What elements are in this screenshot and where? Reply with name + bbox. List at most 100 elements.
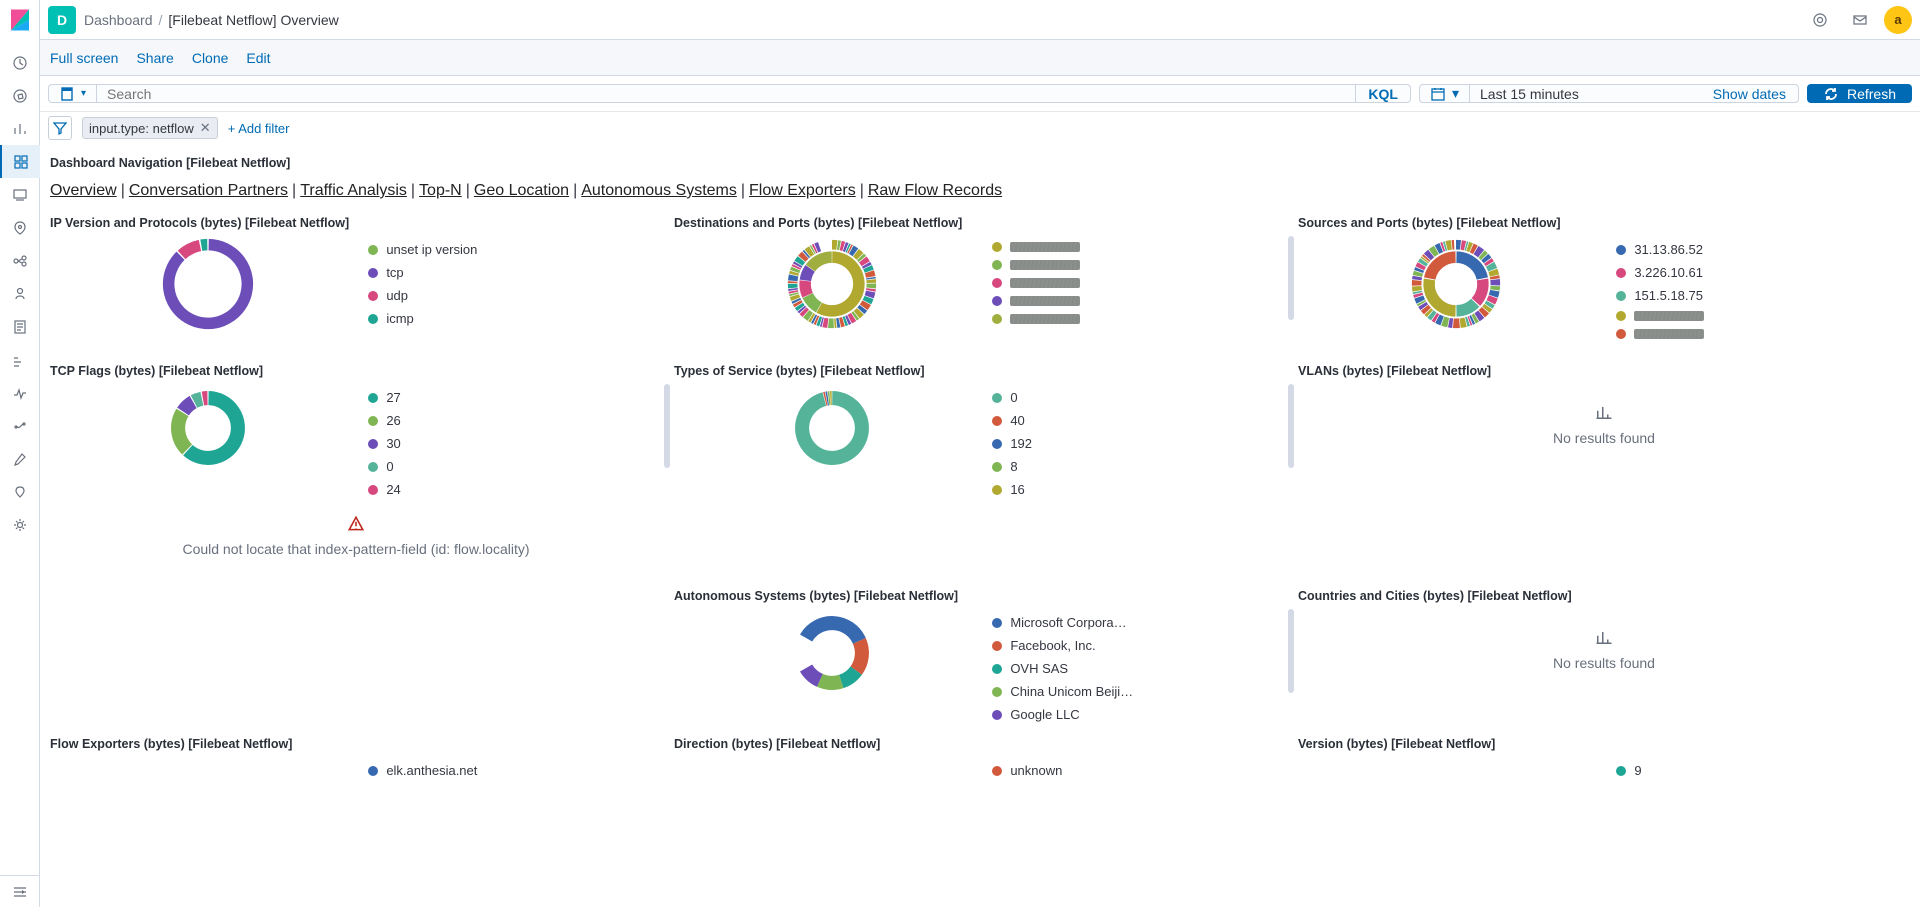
nav-link[interactable]: Top-N	[419, 182, 462, 199]
legend-swatch	[368, 439, 378, 449]
donut-chart[interactable]	[160, 236, 256, 332]
nav-discover-icon[interactable]	[0, 79, 40, 112]
nav-siem-icon[interactable]	[0, 409, 40, 442]
legend-item[interactable]	[992, 260, 1162, 270]
legend-item[interactable]: 0	[368, 459, 538, 474]
clone-link[interactable]: Clone	[192, 50, 229, 66]
panel-dir: Direction (bytes) [Filebeat Netflow] unk…	[672, 731, 1288, 871]
fullscreen-link[interactable]: Full screen	[50, 50, 118, 66]
collapse-sidebar-button[interactable]	[0, 875, 40, 907]
newsfeed-icon[interactable]	[1804, 4, 1836, 36]
donut-chart[interactable]	[788, 757, 876, 845]
nav-monitoring-icon[interactable]	[0, 475, 40, 508]
legend-item[interactable]: 16	[992, 482, 1162, 497]
kibana-logo[interactable]	[0, 0, 40, 40]
legend-item[interactable]	[1616, 329, 1786, 339]
legend-item[interactable]: 30	[368, 436, 538, 451]
time-range-label[interactable]: Last 15 minutes	[1470, 85, 1701, 102]
legend-item[interactable]: 40	[992, 413, 1162, 428]
legend: 0 40 192 8 16	[992, 384, 1288, 497]
filter-options-button[interactable]	[48, 116, 72, 140]
legend-item[interactable]	[992, 314, 1162, 324]
legend-item[interactable]: 0	[992, 390, 1162, 405]
donut-chart[interactable]	[164, 384, 252, 472]
filter-pill[interactable]: input.type: netflow ✕	[82, 117, 218, 139]
nav-link[interactable]: Traffic Analysis	[300, 182, 407, 199]
legend-item[interactable]: unknown	[992, 763, 1162, 778]
nav-canvas-icon[interactable]	[0, 178, 40, 211]
query-lang-button[interactable]: KQL	[1355, 85, 1410, 102]
legend-item[interactable]: tcp	[368, 265, 538, 280]
legend-item[interactable]: China Unicom Beiji…	[992, 684, 1162, 699]
legend-swatch	[1616, 291, 1626, 301]
legend-item[interactable]: udp	[368, 288, 538, 303]
nav-link[interactable]: Autonomous Systems	[581, 182, 737, 199]
legend-item[interactable]: Facebook, Inc.	[992, 638, 1162, 653]
legend-swatch	[992, 314, 1002, 324]
nav-link[interactable]: Conversation Partners	[129, 182, 288, 199]
legend-swatch	[992, 687, 1002, 697]
legend-item[interactable]: Microsoft Corpora…	[992, 615, 1162, 630]
nav-uptime-icon[interactable]	[0, 376, 40, 409]
legend-item[interactable]	[992, 278, 1162, 288]
legend: 31.13.86.52 3.226.10.61 151.5.18.75	[1616, 236, 1912, 339]
mail-icon[interactable]	[1844, 4, 1876, 36]
nav-infra-icon[interactable]	[0, 277, 40, 310]
donut-chart[interactable]	[1412, 757, 1500, 845]
nav-visualize-icon[interactable]	[0, 112, 40, 145]
legend-item[interactable]: Google LLC	[992, 707, 1162, 722]
nav-management-icon[interactable]	[0, 508, 40, 541]
legend-item[interactable]: 151.5.18.75	[1616, 288, 1786, 303]
nav-link[interactable]: Flow Exporters	[749, 182, 856, 199]
nav-link[interactable]: Raw Flow Records	[868, 182, 1002, 199]
donut-chart[interactable]	[788, 384, 876, 472]
legend-item[interactable]	[1616, 311, 1786, 321]
nav-link[interactable]: Overview	[50, 182, 117, 199]
legend-item[interactable]: 8	[992, 459, 1162, 474]
donut-chart[interactable]	[788, 609, 876, 697]
nav-devtools-icon[interactable]	[0, 442, 40, 475]
nav-recent-icon[interactable]	[0, 46, 40, 79]
refresh-button[interactable]: Refresh	[1807, 84, 1912, 103]
legend-swatch	[1616, 268, 1626, 278]
dashboard-toolbar: Full screen Share Clone Edit	[40, 40, 1920, 76]
legend-item[interactable]: 27	[368, 390, 538, 405]
nav-ml-icon[interactable]	[0, 244, 40, 277]
donut-chart[interactable]	[784, 236, 880, 332]
legend-swatch	[368, 245, 378, 255]
legend-item[interactable]: unset ip version	[368, 242, 538, 257]
donut-chart[interactable]	[1408, 236, 1504, 332]
legend-swatch	[992, 393, 1002, 403]
panel-cc: Countries and Cities (bytes) [Filebeat N…	[1296, 583, 1912, 723]
legend-item[interactable]: 9	[1616, 763, 1786, 778]
legend-item[interactable]: OVH SAS	[992, 661, 1162, 676]
legend-item[interactable]: icmp	[368, 311, 538, 326]
legend-item[interactable]: 26	[368, 413, 538, 428]
saved-query-button[interactable]: ▾	[49, 85, 97, 102]
breadcrumb-root[interactable]: Dashboard	[84, 12, 153, 28]
error-message: Could not locate that index-pattern-fiel…	[48, 497, 664, 575]
legend-item[interactable]: 24	[368, 482, 538, 497]
edit-link[interactable]: Edit	[246, 50, 270, 66]
legend-item[interactable]: 192	[992, 436, 1162, 451]
nav-link[interactable]: Geo Location	[474, 182, 569, 199]
legend-item[interactable]: elk.anthesia.net	[368, 763, 538, 778]
nav-apm-icon[interactable]	[0, 343, 40, 376]
search-input[interactable]	[97, 85, 1355, 102]
nav-dashboard-icon[interactable]	[0, 145, 40, 178]
user-avatar[interactable]: a	[1884, 6, 1912, 34]
legend-item[interactable]	[992, 296, 1162, 306]
add-filter-button[interactable]: + Add filter	[228, 121, 290, 136]
close-icon[interactable]: ✕	[200, 120, 211, 136]
calendar-button[interactable]: ▾	[1420, 85, 1470, 102]
panel-title: Autonomous Systems (bytes) [Filebeat Net…	[672, 583, 1288, 607]
space-selector[interactable]: D	[48, 6, 76, 34]
show-dates-button[interactable]: Show dates	[1701, 85, 1798, 102]
nav-maps-icon[interactable]	[0, 211, 40, 244]
legend-item[interactable]: 31.13.86.52	[1616, 242, 1786, 257]
nav-logs-icon[interactable]	[0, 310, 40, 343]
donut-chart[interactable]	[164, 757, 252, 845]
legend-item[interactable]	[992, 242, 1162, 252]
share-link[interactable]: Share	[136, 50, 173, 66]
legend-item[interactable]: 3.226.10.61	[1616, 265, 1786, 280]
